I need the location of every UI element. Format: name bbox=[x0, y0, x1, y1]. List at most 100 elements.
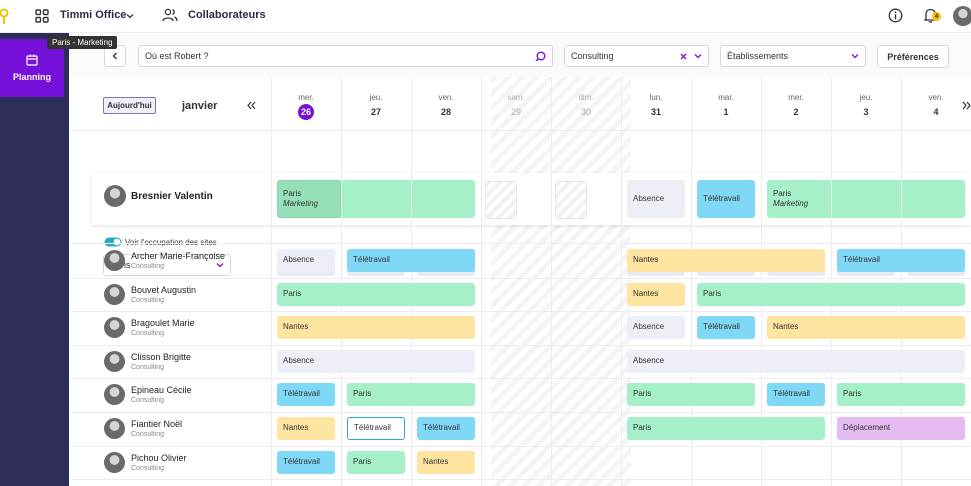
main-area: Où est Robert ? Consulting Établissement… bbox=[69, 33, 971, 486]
column-divider bbox=[621, 77, 622, 486]
planning-bar[interactable]: Télétravail bbox=[767, 383, 825, 406]
planning-bar[interactable]: Absence bbox=[627, 350, 965, 373]
planning-bar[interactable]: Paris bbox=[697, 283, 965, 306]
planning-bar[interactable]: Nantes bbox=[417, 451, 475, 474]
person-name[interactable]: Clisson Brigitte bbox=[131, 352, 191, 362]
person-role: Consulting bbox=[131, 263, 165, 270]
day-number: 4 bbox=[933, 107, 939, 117]
row-divider bbox=[69, 412, 971, 413]
day-name: ven. bbox=[928, 93, 944, 102]
weekend-cell bbox=[485, 181, 517, 219]
day-name: dim. bbox=[578, 93, 594, 102]
current-user-name: Bresnier Valentin bbox=[131, 191, 213, 202]
bar-label: Paris bbox=[283, 289, 302, 299]
planning-bar[interactable]: Télétravail bbox=[347, 417, 405, 440]
bar-label: Télétravail bbox=[843, 255, 880, 265]
team-select[interactable]: Consulting bbox=[564, 45, 709, 67]
today-marker: 26 bbox=[298, 104, 314, 120]
planning-bar[interactable]: Télétravail bbox=[697, 316, 755, 339]
day-number: 3 bbox=[863, 107, 869, 117]
avatar bbox=[104, 250, 125, 271]
planning-grid: Aujourd'hui janvier Bresnier Valentin Pa… bbox=[69, 77, 971, 486]
planning-bar[interactable]: Paris bbox=[347, 383, 475, 406]
calendar-icon bbox=[26, 54, 38, 66]
app-name[interactable]: Timmi Office bbox=[60, 9, 126, 21]
month-label: janvier bbox=[182, 100, 218, 112]
planning-bar[interactable]: Paris bbox=[277, 283, 475, 306]
search-input[interactable]: Où est Robert ? bbox=[138, 45, 553, 67]
collaborators-link[interactable]: Collaborateurs bbox=[188, 9, 266, 21]
bar-label: Paris bbox=[353, 457, 372, 467]
person-name[interactable]: Bouvet Augustin bbox=[131, 285, 196, 295]
day-number: 27 bbox=[370, 107, 381, 117]
search-icon[interactable] bbox=[535, 51, 546, 62]
occupancy-toggle[interactable] bbox=[104, 237, 122, 247]
row-divider bbox=[69, 345, 971, 346]
preferences-button[interactable]: Préférences bbox=[877, 45, 949, 68]
planning-bar[interactable]: Absence bbox=[627, 316, 685, 339]
avatar bbox=[104, 351, 125, 372]
chevron-down-icon[interactable] bbox=[126, 12, 134, 20]
person-name[interactable]: Fiantier Noël bbox=[131, 419, 182, 429]
chevron-down-icon[interactable] bbox=[694, 52, 702, 60]
person-name[interactable]: Archer Marie-Françoise bbox=[131, 251, 225, 261]
tooltip: Paris - Marketing bbox=[47, 36, 118, 49]
bar-label: Télétravail bbox=[703, 322, 740, 332]
planning-bar[interactable]: Paris bbox=[837, 383, 965, 406]
planning-bar[interactable]: Paris Marketing bbox=[277, 180, 475, 218]
bar-label: Absence bbox=[633, 193, 665, 203]
info-icon[interactable] bbox=[888, 8, 903, 23]
planning-bar[interactable]: Télétravail bbox=[697, 180, 755, 218]
day-name: mer. bbox=[788, 93, 804, 102]
planning-bar[interactable]: Déplacement bbox=[837, 417, 965, 440]
planning-bar[interactable]: Nantes bbox=[277, 316, 475, 339]
person-role: Consulting bbox=[131, 465, 165, 472]
row-divider bbox=[69, 479, 971, 480]
bar-label: Paris bbox=[283, 188, 302, 198]
planning-bar[interactable]: Télétravail bbox=[277, 383, 335, 406]
chevron-down-icon bbox=[851, 54, 859, 59]
planning-bar[interactable]: Absence bbox=[277, 350, 475, 373]
avatar bbox=[104, 185, 126, 207]
planning-bar[interactable]: Nantes bbox=[627, 283, 685, 306]
planning-bar[interactable]: Absence bbox=[627, 180, 685, 218]
bar-label: Absence bbox=[633, 356, 665, 366]
planning-bar[interactable]: Paris Marketing bbox=[767, 180, 965, 218]
day-name: mer. bbox=[298, 93, 314, 102]
person-role: Consulting bbox=[131, 330, 165, 337]
establishments-select[interactable]: Établissements bbox=[720, 45, 866, 67]
planning-bar[interactable]: Télétravail bbox=[837, 249, 965, 272]
bar-label: Paris bbox=[633, 423, 652, 433]
person-name[interactable]: Bragoulet Marie bbox=[131, 318, 195, 328]
planning-bar[interactable]: Télétravail bbox=[347, 249, 475, 272]
user-avatar[interactable] bbox=[953, 6, 971, 26]
planning-bar[interactable]: Paris bbox=[627, 383, 755, 406]
chevron-down-icon bbox=[216, 263, 224, 268]
planning-bar[interactable]: Télétravail bbox=[417, 417, 475, 440]
planning-bar[interactable]: Nantes bbox=[627, 249, 825, 272]
planning-bar[interactable]: Nantes bbox=[767, 316, 965, 339]
column-divider bbox=[411, 77, 412, 486]
current-user-row: Bresnier Valentin Paris Marketing Absence T… bbox=[92, 173, 971, 225]
row-divider bbox=[69, 446, 971, 447]
today-button[interactable]: Aujourd'hui bbox=[103, 97, 156, 114]
planning-bar[interactable]: Paris bbox=[627, 417, 825, 440]
weekend-cell bbox=[555, 181, 587, 219]
bar-label: Nantes bbox=[283, 322, 309, 332]
avatar bbox=[104, 384, 125, 405]
planning-bar[interactable]: Paris bbox=[347, 451, 405, 474]
bar-label: Télétravail bbox=[353, 255, 390, 265]
row-divider bbox=[69, 243, 971, 244]
planning-bar[interactable]: Télétravail bbox=[277, 451, 335, 474]
people-icon[interactable] bbox=[162, 8, 178, 22]
establishments-placeholder: Établissements bbox=[727, 51, 789, 61]
bar-label: Nantes bbox=[283, 423, 309, 433]
day-name: jeu. bbox=[859, 93, 873, 102]
apps-grid-icon[interactable] bbox=[35, 9, 49, 23]
person-name[interactable]: Epineau Cécile bbox=[131, 385, 192, 395]
planning-bar[interactable]: Nantes bbox=[277, 417, 335, 440]
person-name[interactable]: Pichou Olivier bbox=[131, 453, 187, 463]
planning-bar[interactable]: Absence bbox=[277, 249, 335, 272]
clear-icon[interactable] bbox=[680, 53, 687, 60]
double-chevron-left-icon[interactable] bbox=[247, 101, 256, 110]
